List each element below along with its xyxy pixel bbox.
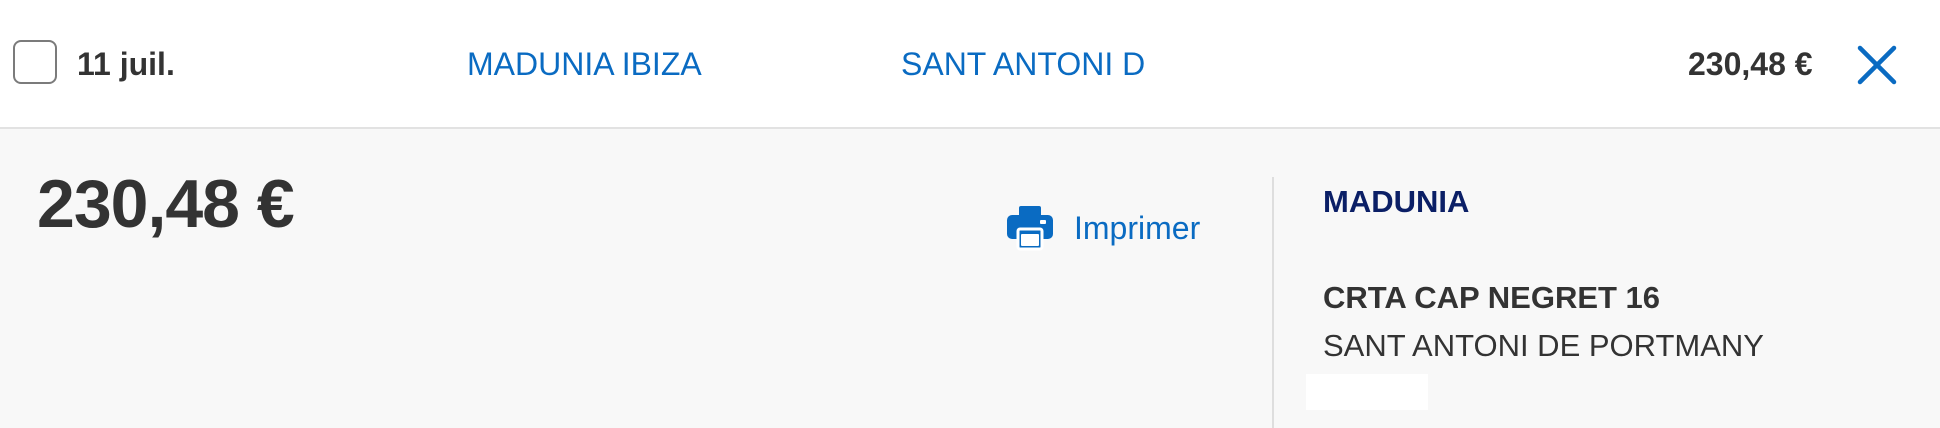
print-label: Imprimer (1074, 210, 1201, 246)
merchant-name: MADUNIA (1323, 184, 1470, 219)
redacted-block (1306, 374, 1428, 410)
transaction-row[interactable]: 11 juil. MADUNIA IBIZA SANT ANTONI D 230… (0, 0, 1940, 129)
panel-divider (1272, 177, 1274, 428)
detail-amount: 230,48 € (37, 166, 295, 242)
merchant-address-city: SANT ANTONI DE PORTMANY (1323, 328, 1764, 363)
transaction-amount: 230,48 € (1688, 46, 1813, 82)
merchant-link[interactable]: MADUNIA IBIZA (467, 45, 702, 83)
printer-icon (1006, 205, 1054, 251)
close-icon[interactable] (1856, 44, 1898, 86)
merchant-address-street: CRTA CAP NEGRET 16 (1323, 280, 1661, 315)
transaction-date: 11 juil. (77, 46, 175, 82)
city-link[interactable]: SANT ANTONI D (901, 45, 1145, 83)
print-button[interactable]: Imprimer (1006, 205, 1200, 251)
select-transaction-checkbox[interactable] (13, 40, 57, 84)
